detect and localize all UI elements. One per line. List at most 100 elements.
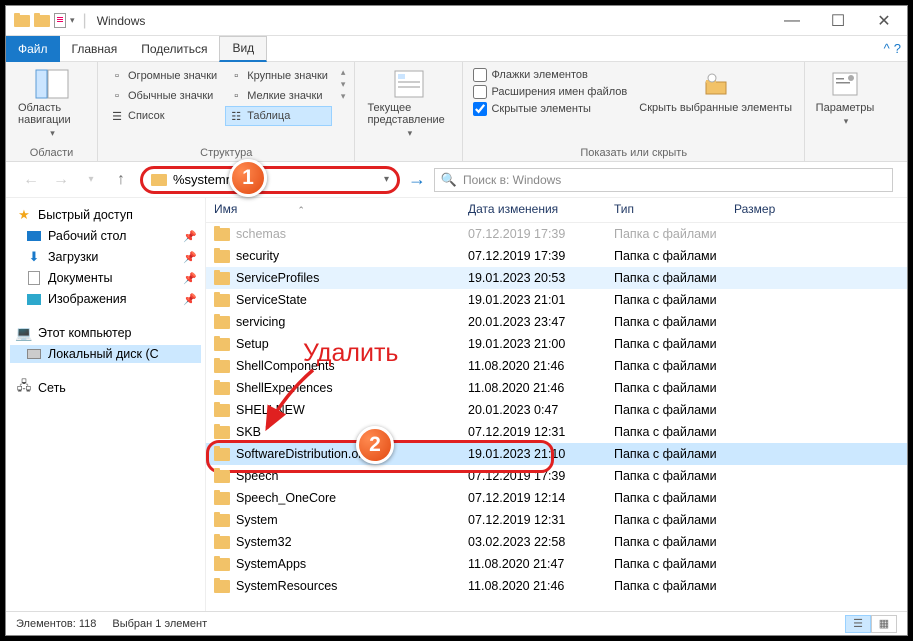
- options-button[interactable]: Параметры▾: [812, 66, 877, 129]
- file-row[interactable]: schemas07.12.2019 17:39Папка с файлами: [206, 223, 907, 245]
- file-type: Папка с файлами: [614, 469, 734, 483]
- file-name: SystemApps: [236, 557, 468, 571]
- sidebar-desktop[interactable]: Рабочий стол📌: [10, 227, 201, 245]
- layout-huge-icons[interactable]: ▫Огромные значки: [106, 66, 221, 86]
- file-type: Папка с файлами: [614, 359, 734, 373]
- tab-share[interactable]: Поделиться: [129, 36, 219, 62]
- search-input[interactable]: 🔍 Поиск в: Windows: [434, 168, 893, 192]
- sidebar-quick-access[interactable]: ★Быстрый доступ: [10, 206, 201, 224]
- folder-icon: [214, 294, 230, 307]
- file-row[interactable]: Speech07.12.2019 17:39Папка с файлами: [206, 465, 907, 487]
- file-date: 07.12.2019 12:31: [468, 513, 614, 527]
- file-row[interactable]: ShellExperiences11.08.2020 21:46Папка с …: [206, 377, 907, 399]
- folder-icon: [214, 228, 230, 241]
- file-type: Папка с файлами: [614, 227, 734, 241]
- folder-icon: [214, 250, 230, 263]
- view-icons-button[interactable]: ▦: [871, 615, 897, 633]
- folder-icon: [214, 580, 230, 593]
- tab-view[interactable]: Вид: [219, 36, 267, 62]
- file-date: 07.12.2019 17:39: [468, 249, 614, 263]
- sidebar-downloads[interactable]: ⬇Загрузки📌: [10, 248, 201, 266]
- close-button[interactable]: ✕: [861, 6, 907, 36]
- maximize-button[interactable]: ☐: [815, 6, 861, 36]
- forward-button[interactable]: →: [50, 171, 72, 189]
- layout-list[interactable]: ☰Список: [106, 106, 221, 126]
- file-type: Папка с файлами: [614, 579, 734, 593]
- file-name: ServiceProfiles: [236, 271, 468, 285]
- file-row[interactable]: System07.12.2019 12:31Папка с файлами: [206, 509, 907, 531]
- sidebar-this-pc[interactable]: 💻Этот компьютер: [10, 324, 201, 342]
- file-row[interactable]: servicing20.01.2023 23:47Папка с файлами: [206, 311, 907, 333]
- file-date: 07.12.2019 12:31: [468, 425, 614, 439]
- ribbon-tabs: Файл Главная Поделиться Вид ^ ?: [6, 36, 907, 62]
- file-type: Папка с файлами: [614, 513, 734, 527]
- back-button[interactable]: ←: [20, 171, 42, 189]
- layout-medium-icons[interactable]: ▫Обычные значки: [106, 86, 221, 106]
- minimize-button[interactable]: —: [769, 6, 815, 36]
- file-row[interactable]: ServiceProfiles19.01.2023 20:53Папка с ф…: [206, 267, 907, 289]
- file-row[interactable]: security07.12.2019 17:39Папка с файлами: [206, 245, 907, 267]
- current-view-button[interactable]: Текущее представление▾: [363, 66, 454, 141]
- file-type: Папка с файлами: [614, 535, 734, 549]
- file-row[interactable]: Speech_OneCore07.12.2019 12:14Папка с фа…: [206, 487, 907, 509]
- file-row[interactable]: SystemResources11.08.2020 21:46Папка с ф…: [206, 575, 907, 597]
- layout-large-icons[interactable]: ▫Крупные значки: [225, 66, 332, 86]
- column-type[interactable]: Тип: [614, 202, 734, 216]
- file-name: System: [236, 513, 468, 527]
- hide-selected-button[interactable]: Скрыть выбранные элементы: [635, 66, 796, 116]
- file-date: 19.01.2023 21:10: [468, 447, 614, 461]
- search-icon: 🔍: [441, 173, 457, 187]
- step-badge-1: 1: [229, 159, 267, 197]
- go-button[interactable]: →: [408, 169, 426, 190]
- qat-properties-icon[interactable]: [54, 13, 66, 28]
- sidebar-documents[interactable]: Документы📌: [10, 269, 201, 287]
- address-input[interactable]: %systemroot% ▾: [140, 166, 400, 194]
- up-button[interactable]: ↑: [110, 171, 132, 189]
- tab-home[interactable]: Главная: [60, 36, 130, 62]
- folder-icon: [214, 558, 230, 571]
- file-date: 19.01.2023 20:53: [468, 271, 614, 285]
- layout-details[interactable]: ☷Таблица: [225, 106, 332, 126]
- qat-folder-icon[interactable]: [34, 15, 50, 27]
- help-icon[interactable]: ^: [884, 41, 890, 56]
- delete-annotation: Удалить: [303, 339, 398, 368]
- file-date: 11.08.2020 21:46: [468, 381, 614, 395]
- folder-icon: [214, 492, 230, 505]
- tab-file[interactable]: Файл: [6, 36, 60, 62]
- folder-icon: [214, 536, 230, 549]
- file-row[interactable]: SHELLNEW20.01.2023 0:47Папка с файлами: [206, 399, 907, 421]
- folder-icon: [214, 470, 230, 483]
- view-details-button[interactable]: ☰: [845, 615, 871, 633]
- help-icon-2[interactable]: ?: [894, 41, 901, 56]
- file-date: 07.12.2019 12:14: [468, 491, 614, 505]
- check-item-checkboxes[interactable]: Флажки элементов: [473, 68, 627, 82]
- file-date: 11.08.2020 21:46: [468, 579, 614, 593]
- file-name: SoftwareDistribution.old: [236, 447, 468, 461]
- file-row[interactable]: SKB07.12.2019 12:31Папка с файлами: [206, 421, 907, 443]
- file-row[interactable]: ServiceState19.01.2023 21:01Папка с файл…: [206, 289, 907, 311]
- file-type: Папка с файлами: [614, 381, 734, 395]
- file-type: Папка с файлами: [614, 293, 734, 307]
- sidebar-local-disk[interactable]: Локальный диск (C: [10, 345, 201, 363]
- status-item-count: Элементов: 118: [16, 618, 96, 630]
- check-hidden-items[interactable]: Скрытые элементы: [473, 102, 627, 116]
- step-badge-2: 2: [356, 426, 394, 464]
- column-name[interactable]: Имя⌃: [214, 202, 468, 216]
- file-date: 07.12.2019 17:39: [468, 227, 614, 241]
- file-row[interactable]: SoftwareDistribution.old19.01.2023 21:10…: [206, 443, 907, 465]
- address-dropdown-icon[interactable]: ▾: [384, 174, 389, 185]
- folder-icon: [214, 514, 230, 527]
- column-date[interactable]: Дата изменения: [468, 202, 614, 216]
- folder-icon: [214, 272, 230, 285]
- check-file-extensions[interactable]: Расширения имен файлов: [473, 85, 627, 99]
- layout-small-icons[interactable]: ▫Мелкие значки: [225, 86, 332, 106]
- file-row[interactable]: SystemApps11.08.2020 21:47Папка с файлам…: [206, 553, 907, 575]
- column-size[interactable]: Размер: [734, 202, 907, 216]
- folder-icon: [151, 174, 167, 186]
- sidebar-network[interactable]: 🖧Сеть: [10, 379, 201, 397]
- file-row[interactable]: System3203.02.2023 22:58Папка с файлами: [206, 531, 907, 553]
- folder-icon: [214, 360, 230, 373]
- navigation-pane-button[interactable]: Область навигации▾: [14, 66, 89, 141]
- sidebar-pictures[interactable]: Изображения📌: [10, 290, 201, 308]
- recent-button[interactable]: ▾: [80, 174, 102, 185]
